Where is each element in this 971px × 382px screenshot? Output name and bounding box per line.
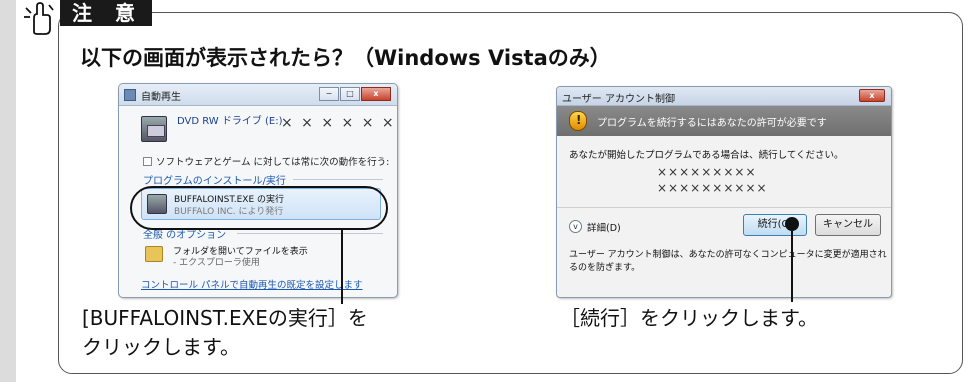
install-section-heading: プログラムのインストール/実行 [143, 176, 286, 187]
notice-badge: 注 意 [60, 0, 152, 26]
uac-dialog: ユーザー アカウント制御 x プログラムを続行するにはあなたの許可が必要です あ… [556, 86, 892, 298]
notice-heading: 以下の画面が表示されたら？（Windows Vistaのみ） [80, 46, 611, 70]
chevron-down-icon[interactable]: v [569, 220, 582, 233]
dvd-drive-icon [141, 116, 167, 142]
publisher-masked: ×××××××××× [657, 181, 768, 195]
uac-close-button[interactable]: x [859, 89, 885, 102]
uac-title: ユーザー アカウント制御 [562, 94, 675, 105]
always-do-checkbox-label: ソフトウェアとゲーム に対しては常に次の動作を行う: [156, 157, 390, 168]
always-do-checkbox[interactable] [143, 156, 152, 166]
maximize-button[interactable]: □ [340, 87, 360, 101]
always-do-checkbox-row[interactable]: ソフトウェアとゲーム に対しては常に次の動作を行う: [143, 154, 389, 168]
details-toggle[interactable]: 詳細(D) [587, 220, 621, 234]
right-callout-line [791, 230, 793, 302]
cancel-button[interactable]: キャンセル [815, 214, 881, 236]
close-button[interactable]: x [361, 87, 391, 101]
click-marker [785, 217, 799, 231]
uac-banner: プログラムを続行するにはあなたの許可が必要です [557, 106, 891, 136]
uac-divider [557, 207, 891, 208]
left-caption-line2: クリックします。 [82, 335, 240, 359]
program-name-masked: ××××××××× [657, 165, 757, 179]
right-caption: ［続行］をクリックします。 [560, 306, 818, 330]
autoplay-app-icon [124, 89, 136, 101]
drive-masked-name: × × × × × × [281, 115, 396, 131]
shield-warning-icon [569, 111, 587, 131]
uac-body-text: あなたが開始したプログラムである場合は、続行してください。 [569, 150, 844, 161]
install-section-divider [293, 179, 383, 180]
uac-footer-text: ユーザー アカウント制御は、あなたの許可なくコンピュータに変更が適用されるのを防… [569, 250, 887, 273]
open-folder-option[interactable]: フォルダを開いてファイルを表示 - エクスプローラ使用 [143, 244, 383, 270]
explorer-label: - エクスプローラ使用 [173, 258, 260, 268]
left-caption-line1: [BUFFALOINST.EXEの実行］を [82, 306, 368, 330]
drive-label: DVD RW ドライブ (E:) [177, 116, 283, 127]
highlight-oval [130, 186, 388, 230]
control-panel-link[interactable]: コントロール パネルで自動再生の既定を設定します [141, 277, 363, 291]
general-section-divider [237, 233, 383, 234]
left-callout-line [341, 230, 343, 304]
folder-icon [145, 246, 163, 262]
pointing-hand-icon [24, 2, 54, 35]
autoplay-title: 自動再生 [141, 92, 181, 103]
page-margin-strip [0, 0, 16, 382]
uac-banner-text: プログラムを続行するにはあなたの許可が必要です [597, 118, 827, 129]
left-caption: [BUFFALOINST.EXEの実行］を クリックします。 [82, 304, 368, 362]
minimize-button[interactable]: − [319, 87, 339, 101]
uac-titlebar: ユーザー アカウント制御 x [557, 87, 891, 106]
autoplay-titlebar: 自動再生 − □ x [119, 84, 397, 106]
